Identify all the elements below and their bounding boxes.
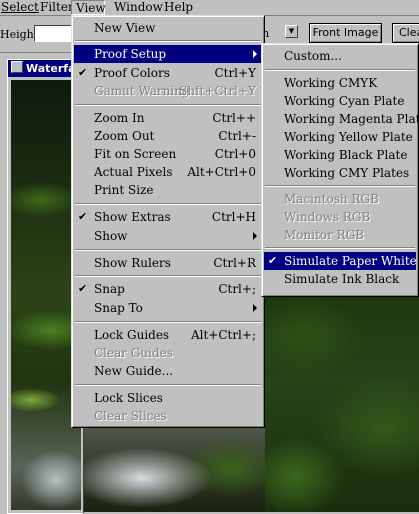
menu-item-snap[interactable]: ✔ Snap Ctrl+; [74,280,262,298]
menu-item-actual-pixels[interactable]: Actual Pixels Alt+Ctrl+0 [74,163,262,181]
menu-separator [75,104,261,106]
menu-item-fit-on-screen[interactable]: Fit on Screen Ctrl+0 [74,145,262,163]
menu-help[interactable]: Help [160,0,197,15]
menu-item-new-guide[interactable]: New Guide... [74,362,262,380]
menu-separator [75,321,261,323]
menu-item-show-rulers[interactable]: Show Rulers Ctrl+R [74,254,262,272]
menu-window[interactable]: Window [110,0,167,15]
menu-item-simulate-paper-white[interactable]: ✔ Simulate Paper White [264,252,417,270]
menu-separator [75,249,261,251]
menu-item-working-cmy-plates[interactable]: Working CMY Plates [264,164,416,182]
menu-separator [265,185,415,187]
menu-item-windows-rgb[interactable]: Windows RGB [264,208,416,226]
menu-item-working-cmyk[interactable]: Working CMYK [264,74,416,92]
menu-item-clear-guides[interactable]: Clear Guides [74,344,262,362]
submenu-arrow-icon [253,232,257,240]
menu-item-custom[interactable]: Custom... [264,47,416,65]
front-image-button[interactable]: Front Image [309,23,382,43]
menu-item-lock-guides[interactable]: Lock Guides Alt+Ctrl+; [74,326,262,344]
height-input[interactable] [34,25,72,42]
menu-item-working-yellow-plate[interactable]: Working Yellow Plate [264,128,416,146]
proof-setup-submenu: Custom... Working CMYK Working Cyan Plat… [261,43,419,297]
chevron-down-icon: ▼ [288,27,295,35]
menu-bar: Select Filter View Window Help [0,0,419,16]
menu-item-snap-to[interactable]: Snap To [74,299,262,317]
menu-item-monitor-rgb[interactable]: Monitor RGB [264,226,416,244]
menu-separator [265,69,415,71]
menu-item-show[interactable]: Show [74,227,262,245]
menu-view[interactable]: View [71,0,106,15]
menu-item-lock-slices[interactable]: Lock Slices [74,389,262,407]
check-icon: ✔ [78,66,88,79]
menu-separator [75,203,261,205]
menu-separator [75,384,261,386]
menu-separator [265,247,415,249]
menu-separator [75,275,261,277]
menu-item-macintosh-rgb[interactable]: Macintosh RGB [264,190,416,208]
menu-item-working-black-plate[interactable]: Working Black Plate [264,146,416,164]
menu-item-clear-slices[interactable]: Clear Slices [74,407,262,425]
submenu-arrow-icon [253,50,257,58]
check-icon: ✔ [268,254,278,267]
menu-item-working-magenta-plate[interactable]: Working Magenta Plate [264,110,419,128]
menu-item-gamut-warning[interactable]: Gamut Warning Shft+Ctrl+Y [74,82,262,100]
clear-button[interactable]: Clea [392,23,419,43]
menu-item-print-size[interactable]: Print Size [74,181,262,199]
check-icon: ✔ [78,282,88,295]
check-icon: ✔ [78,210,88,223]
document-icon [11,61,23,73]
resolution-unit-dropdown[interactable]: ▼ [285,25,298,38]
submenu-arrow-icon [253,304,257,312]
canvas-photo-right [265,297,419,512]
menu-item-simulate-ink-black[interactable]: Simulate Ink Black [264,270,416,288]
menu-item-zoom-out[interactable]: Zoom Out Ctrl+- [74,127,262,145]
menu-item-working-cyan-plate[interactable]: Working Cyan Plate [264,92,416,110]
menu-item-zoom-in[interactable]: Zoom In Ctrl++ [74,109,262,127]
canvas-photo-bottom [82,428,265,512]
menu-separator [75,40,261,42]
menu-item-proof-setup[interactable]: Proof Setup [74,45,262,63]
menu-item-show-extras[interactable]: ✔ Show Extras Ctrl+H [74,208,262,226]
view-menu: New View Proof Setup ✔ Proof Colors Ctrl+Y… [71,15,265,428]
menu-item-proof-colors[interactable]: ✔ Proof Colors Ctrl+Y [74,64,262,82]
menu-item-new-view[interactable]: New View [74,19,262,37]
